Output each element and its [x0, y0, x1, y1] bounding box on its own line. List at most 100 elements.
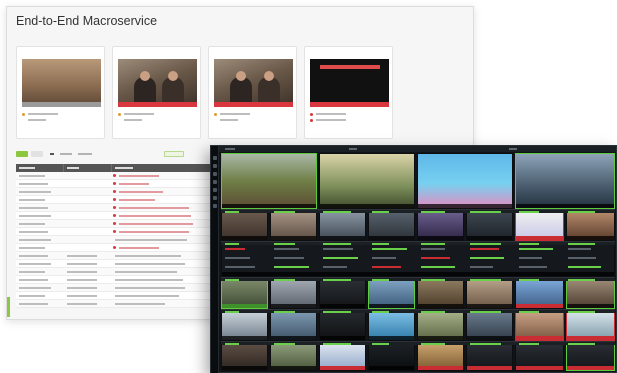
source-card[interactable] [16, 46, 105, 139]
alarm-icon[interactable] [213, 180, 217, 184]
tile-label-bar [516, 236, 563, 240]
filter-button[interactable] [16, 151, 28, 157]
menu-icon[interactable] [213, 156, 217, 160]
video-tile[interactable] [221, 211, 268, 241]
video-tile[interactable] [221, 311, 268, 341]
audio-meter-strip [221, 309, 615, 313]
video-tile[interactable] [515, 343, 564, 371]
audio-meter-strip [221, 209, 615, 213]
tile-label-bar [418, 304, 463, 308]
tile-label-bar [516, 204, 614, 208]
video-tile[interactable] [566, 343, 615, 371]
status-dot-icon [118, 112, 121, 116]
tile-label-bar [271, 236, 316, 240]
video-tile[interactable] [221, 153, 317, 209]
tile-label-bar [271, 304, 316, 308]
sidebar [211, 146, 219, 373]
tile-label-bar [369, 366, 414, 370]
video-tile[interactable] [319, 279, 366, 309]
grid-icon[interactable] [213, 164, 217, 168]
video-tile[interactable] [221, 343, 268, 371]
alarm-dot-icon [113, 230, 116, 233]
alarm-dot-icon [113, 190, 116, 193]
multiviewer-window [210, 145, 617, 373]
tile-label-bar [222, 366, 267, 370]
transcoder-thumbnail[interactable] [310, 59, 389, 107]
video-tile[interactable] [417, 279, 464, 309]
video-tile-grid [221, 153, 615, 371]
tile-label-bar [567, 366, 614, 370]
encoder-output-card-2[interactable] [208, 46, 297, 139]
encoder-output-card-1[interactable] [112, 46, 201, 139]
video-tile[interactable] [566, 279, 615, 309]
alarm-dot-icon [113, 246, 116, 249]
filter-button[interactable] [31, 151, 43, 157]
action-button[interactable] [164, 151, 184, 157]
tile-label-bar [567, 336, 614, 340]
alarm-dot-icon [113, 206, 116, 209]
tile-label-bar [320, 336, 365, 340]
settings-icon[interactable] [213, 188, 217, 192]
thumbnail-alarm-bar [310, 102, 389, 107]
alarm-dot-icon [113, 214, 116, 217]
video-tile[interactable] [466, 211, 513, 241]
tile-label-bar [271, 336, 316, 340]
tile-label-bar [467, 336, 512, 340]
tile-label-bar [418, 236, 463, 240]
tile-label-bar [222, 236, 267, 240]
source-thumbnail[interactable] [22, 59, 101, 107]
encoder-thumbnail[interactable] [214, 59, 293, 107]
video-tile[interactable] [270, 343, 317, 371]
tile-label-bar [467, 366, 512, 370]
tile-label-bar [567, 236, 614, 240]
tile-label-bar [222, 304, 267, 308]
video-tile[interactable] [270, 279, 317, 309]
status-dot-icon [214, 112, 217, 116]
video-tile[interactable] [319, 311, 366, 341]
tile-label-bar [418, 204, 512, 208]
audio-meter-strip [221, 341, 615, 345]
help-icon[interactable] [213, 204, 217, 208]
tile-label-bar [467, 304, 512, 308]
status-dot-icon [22, 112, 25, 116]
transcoder-output-card[interactable] [304, 46, 393, 139]
video-tile[interactable] [270, 311, 317, 341]
video-tile[interactable] [319, 343, 366, 371]
alarm-dot-icon [310, 112, 313, 116]
user-icon[interactable] [213, 196, 217, 200]
video-tile[interactable] [515, 311, 564, 341]
tile-label-bar [320, 236, 365, 240]
video-tile[interactable] [466, 343, 513, 371]
video-tile[interactable] [515, 279, 564, 309]
alarm-dot-icon [113, 222, 116, 225]
video-tile[interactable] [368, 311, 415, 341]
toggle-icon[interactable] [50, 153, 54, 155]
video-tile[interactable] [319, 211, 366, 241]
tile-label-bar [369, 236, 414, 240]
video-tile[interactable] [417, 343, 464, 371]
video-tile[interactable] [368, 279, 415, 309]
video-tile[interactable] [319, 153, 415, 209]
video-tile[interactable] [221, 279, 268, 309]
toolbar-label [60, 153, 72, 155]
tile-label-bar [320, 366, 365, 370]
video-tile[interactable] [270, 211, 317, 241]
video-tile[interactable] [466, 311, 513, 341]
toolbar-label [78, 153, 92, 155]
encoder-thumbnail[interactable] [118, 59, 197, 107]
window-accent-bar [7, 297, 10, 317]
alarm-dot-icon [113, 174, 116, 177]
video-tile[interactable] [368, 343, 415, 371]
video-tile[interactable] [566, 311, 615, 341]
tile-label-bar [516, 336, 563, 340]
video-tile[interactable] [515, 153, 615, 209]
video-tile[interactable] [368, 211, 415, 241]
video-tile[interactable] [417, 311, 464, 341]
video-tile[interactable] [417, 153, 513, 209]
layout-icon[interactable] [213, 172, 217, 176]
video-tile[interactable] [417, 211, 464, 241]
video-tile[interactable] [566, 211, 615, 241]
video-tile[interactable] [515, 211, 564, 241]
video-tile[interactable] [466, 279, 513, 309]
tile-label-bar [369, 304, 414, 308]
